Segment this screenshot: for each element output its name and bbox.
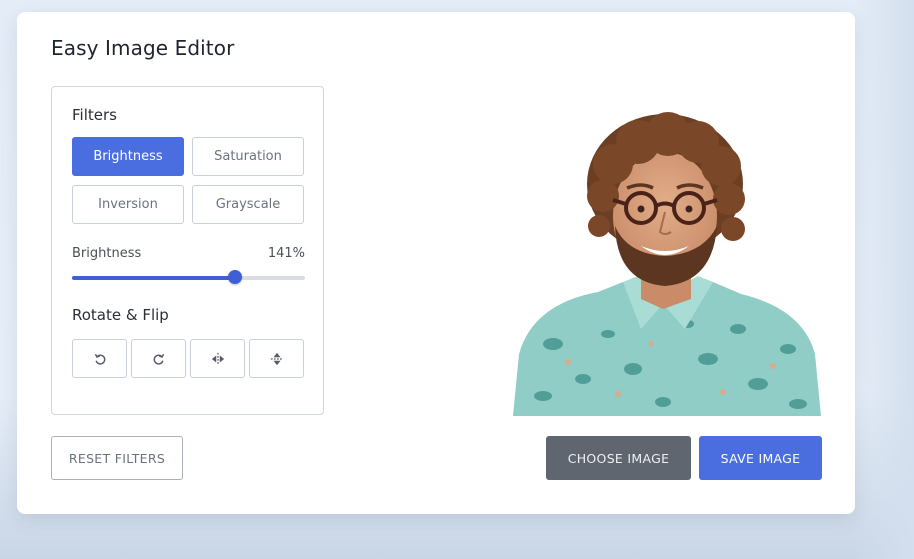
slider-name: Brightness <box>72 246 142 261</box>
rotate-left-icon <box>94 353 105 365</box>
editor-card: Easy Image Editor Filters Brightness Sat… <box>17 12 855 514</box>
filter-grayscale-button[interactable]: Grayscale <box>192 185 304 224</box>
flip-vertical-icon <box>270 352 283 365</box>
save-image-button[interactable]: SAVE IMAGE <box>699 436 822 480</box>
filter-brightness-button[interactable]: Brightness <box>72 137 184 176</box>
rotate-right-button[interactable] <box>131 339 186 378</box>
filters-heading: Filters <box>72 106 117 124</box>
slider-info: Brightness 141% <box>72 246 305 261</box>
app-title: Easy Image Editor <box>51 36 235 60</box>
flip-vertical-button[interactable] <box>249 339 304 378</box>
background-edge <box>854 0 914 559</box>
slider-value: 141% <box>267 246 305 261</box>
rotate-right-icon <box>153 353 164 365</box>
reset-filters-button[interactable]: RESET FILTERS <box>51 436 183 480</box>
slider-thumb[interactable] <box>228 270 243 284</box>
filter-inversion-button[interactable]: Inversion <box>72 185 184 224</box>
slider-fill <box>72 276 236 280</box>
brightness-slider[interactable] <box>72 270 305 284</box>
rotate-flip-heading: Rotate & Flip <box>72 306 169 324</box>
portrait-image <box>513 112 821 416</box>
controls-panel: Filters Brightness Saturation Inversion … <box>51 86 324 415</box>
flip-horizontal-icon <box>211 352 224 365</box>
rotate-left-button[interactable] <box>72 339 127 378</box>
filter-saturation-button[interactable]: Saturation <box>192 137 304 176</box>
image-preview <box>513 104 823 416</box>
choose-image-button[interactable]: CHOOSE IMAGE <box>546 436 691 480</box>
flip-horizontal-button[interactable] <box>190 339 245 378</box>
